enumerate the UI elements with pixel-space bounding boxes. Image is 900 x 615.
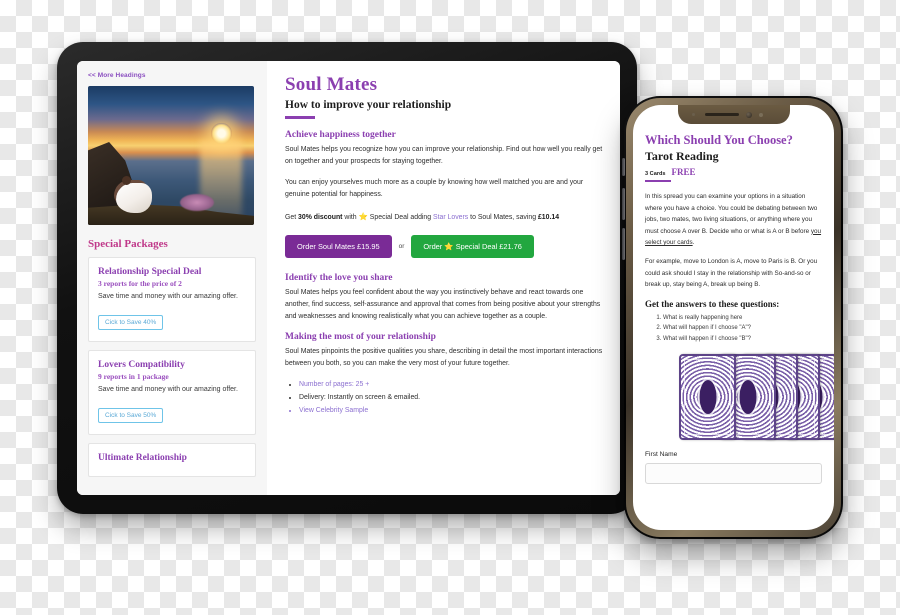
phone-paragraph1: In this spread you can examine your opti… xyxy=(645,191,822,248)
package-card[interactable]: Lovers Compatibility 9 reports in 1 pack… xyxy=(88,349,256,435)
package-description: Save time and money with our amazing off… xyxy=(98,293,238,300)
package-save-button[interactable]: Cick to Save 50% xyxy=(98,407,164,423)
first-name-label: First Name xyxy=(645,451,678,459)
reading-meta: 3 Cards FREE xyxy=(645,167,822,177)
phone-volume-down-button[interactable] xyxy=(622,228,625,260)
or-label: or xyxy=(398,242,405,250)
sun-icon xyxy=(211,123,232,144)
list-item: What is really happening here xyxy=(663,313,822,324)
section1-paragraph2: You can enjoy yourselves much more as a … xyxy=(285,178,584,198)
phone-device: Which Should You Choose? Tarot Reading 3… xyxy=(622,96,843,539)
phone-silent-switch[interactable] xyxy=(622,158,625,176)
front-camera-icon xyxy=(745,111,752,118)
price-badge: FREE xyxy=(671,167,696,177)
phone-content: Which Should You Choose? Tarot Reading 3… xyxy=(633,105,834,530)
tablet-sidebar: << More Headings Special Packages Relati… xyxy=(77,61,267,495)
celebrity-sample-link[interactable]: View Celebrity Sample xyxy=(299,405,604,418)
questions-list: What is really happening here What will … xyxy=(663,313,822,345)
tablet-main-content: Soul Mates How to improve your relations… xyxy=(267,61,620,495)
order-label-prefix: Order xyxy=(423,241,445,251)
star-lovers-link[interactable]: Star Lovers xyxy=(433,214,468,221)
proximity-sensor-icon xyxy=(691,113,695,116)
page-title: Soul Mates xyxy=(285,74,378,95)
section1-paragraph1: Soul Mates helps you recognize how you c… xyxy=(285,145,603,165)
star-icon: ⭐ xyxy=(358,211,368,221)
order-soul-mates-button[interactable]: Order Soul Mates £15.95 xyxy=(285,234,392,258)
package-save-button[interactable]: Cick to Save 40% xyxy=(98,314,164,330)
phone-screen: Which Should You Choose? Tarot Reading 3… xyxy=(633,105,834,530)
tablet-screen: << More Headings Special Packages Relati… xyxy=(77,61,620,495)
ambient-sensor-icon xyxy=(758,112,763,117)
discount-amount-bold: 30% discount xyxy=(298,213,343,221)
device-mockup-stage: << More Headings Special Packages Relati… xyxy=(0,0,900,615)
first-name-input[interactable] xyxy=(645,463,822,485)
phone-page-subtitle: Tarot Reading xyxy=(645,149,719,163)
list-item-label: Number of pages: 25 + xyxy=(299,381,370,389)
tablet-device: << More Headings Special Packages Relati… xyxy=(57,42,637,514)
feature-list: Number of pages: 25 + Delivery: Instantl… xyxy=(299,379,604,417)
couple-figure xyxy=(116,176,152,213)
package-card[interactable]: Relationship Special Deal 3 reports for … xyxy=(88,257,256,342)
package-description: Save time and money with our amazing off… xyxy=(98,385,238,393)
flowers-shape xyxy=(180,194,214,211)
list-item: What will happen if I choose "B"? xyxy=(663,334,822,345)
discount-mid3: to Soul Mates, saving xyxy=(468,213,538,221)
phone-notch xyxy=(677,105,790,124)
list-item: What will happen if I choose "A"? xyxy=(663,323,822,334)
questions-heading: Get the answers to these questions: xyxy=(645,298,780,309)
discount-line: Get 30% discount with ⭐ Special Deal add… xyxy=(285,210,604,224)
more-headings-link[interactable]: << More Headings xyxy=(88,72,256,79)
phone-volume-up-button[interactable] xyxy=(622,188,625,220)
cards-count-label: 3 Cards xyxy=(645,171,666,177)
package-subtitle: 9 reports in 1 package xyxy=(98,371,169,381)
discount-mid2: Special Deal adding xyxy=(367,213,434,221)
phone-p1-end: . xyxy=(692,239,695,246)
discount-mid: with xyxy=(342,213,359,221)
order-label-suffix: Special Deal £21.76 xyxy=(453,241,522,251)
order-button-row: Order Soul Mates £15.95 or Order ⭐ Speci… xyxy=(285,234,604,258)
phone-p1-text: In this spread you can examine your opti… xyxy=(645,193,818,235)
package-card[interactable]: Ultimate Relationship xyxy=(88,442,256,477)
section3-paragraph: Soul Mates pinpoints the positive qualit… xyxy=(285,348,603,368)
section2-paragraph: Soul Mates helps you feel confident abou… xyxy=(285,288,601,321)
speaker-grille-icon xyxy=(704,112,739,117)
phone-page-title: Which Should You Choose? xyxy=(645,133,793,147)
package-name: Lovers Compatibility xyxy=(98,359,185,370)
title-underline xyxy=(285,116,315,119)
list-item: Delivery: Instantly on screen & emailed. xyxy=(299,392,604,405)
tarot-card-deck[interactable] xyxy=(645,354,834,441)
special-packages-title: Special Packages xyxy=(88,238,168,250)
star-icon: ⭐ xyxy=(444,241,454,251)
section-heading-achieve-happiness: Achieve happiness together xyxy=(285,129,396,140)
package-name: Ultimate Relationship xyxy=(98,452,187,463)
phone-title-underline xyxy=(645,180,671,183)
list-item: Number of pages: 25 + xyxy=(299,379,604,392)
tarot-card-back[interactable] xyxy=(679,354,736,441)
discount-prefix: Get xyxy=(285,213,299,221)
hero-sunset-image xyxy=(88,86,254,225)
section-heading-identify-love: Identify the love you share xyxy=(285,272,393,283)
page-subtitle: How to improve your relationship xyxy=(285,99,452,111)
phone-paragraph2: For example, move to London is A, move t… xyxy=(645,258,818,289)
package-name: Relationship Special Deal xyxy=(98,267,202,277)
order-special-deal-button[interactable]: Order ⭐ Special Deal £21.76 xyxy=(411,234,534,258)
section-heading-making-most: Making the most of your relationship xyxy=(285,332,436,343)
package-subtitle: 3 reports for the price of 2 xyxy=(98,279,182,288)
discount-saving: £10.14 xyxy=(537,213,560,221)
